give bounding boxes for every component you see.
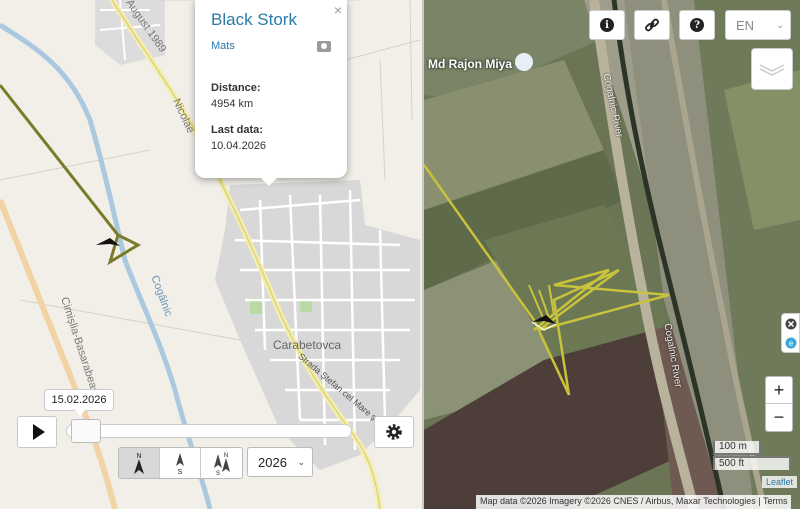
north-arrow-icon: N xyxy=(134,453,144,474)
scale-meters: 100 m xyxy=(713,441,761,455)
link-button[interactable] xyxy=(634,10,670,40)
zoom-control: + − xyxy=(765,376,793,432)
gear-icon xyxy=(386,424,402,440)
south-button[interactable]: S xyxy=(160,448,201,478)
info-button[interactable]: i xyxy=(589,10,625,40)
play-button[interactable] xyxy=(17,416,57,448)
map-attribution: Map data ©2026 Imagery ©2026 CNES / Airb… xyxy=(476,495,792,509)
north-up-button[interactable]: N xyxy=(119,448,160,478)
side-panel-tab[interactable]: e xyxy=(781,313,800,353)
timeline-slider-handle[interactable] xyxy=(71,419,102,443)
scale-feet: 500 ft xyxy=(713,456,791,470)
south-arrow-icon: S xyxy=(176,453,184,476)
link-icon xyxy=(645,18,659,32)
svg-text:S: S xyxy=(178,469,183,476)
north-south-button[interactable]: N S xyxy=(201,448,242,478)
layers-icon xyxy=(759,64,785,76)
settings-button[interactable] xyxy=(374,416,414,448)
close-circle-icon xyxy=(785,318,796,329)
direction-toggle: N S N S xyxy=(118,447,243,479)
chevron-down-icon: ⌄ xyxy=(776,20,784,30)
zoom-in-button[interactable]: + xyxy=(766,377,792,404)
north-south-icon: N S xyxy=(213,453,230,476)
terms-link[interactable]: Terms xyxy=(763,496,788,506)
help-icon: ? xyxy=(690,18,704,32)
year-select[interactable]: 2026 ⌄ xyxy=(247,447,313,477)
e-badge-icon: e xyxy=(785,337,796,348)
place-label: Md Rajon Miya xyxy=(428,57,513,71)
distance-label: Distance: xyxy=(211,82,261,94)
zoom-out-button[interactable]: − xyxy=(766,404,792,431)
info-icon: i xyxy=(600,18,614,32)
animal-popup: × Black Stork Mats Distance: 4954 km Las… xyxy=(195,0,347,186)
attribution-text: Map data ©2026 Imagery ©2026 CNES / Airb… xyxy=(480,496,756,506)
svg-text:S: S xyxy=(215,471,219,476)
timeline-date: 15.02.2026 xyxy=(44,389,114,416)
play-icon xyxy=(32,424,45,440)
svg-text:e: e xyxy=(788,339,793,348)
language-value: EN xyxy=(736,17,755,33)
timeline-slider[interactable] xyxy=(66,424,352,438)
year-value: 2026 xyxy=(258,454,287,470)
chevron-down-icon: ⌄ xyxy=(297,457,305,467)
distance-value: 4954 km xyxy=(211,98,254,110)
popup-title[interactable]: Black Stork xyxy=(211,10,331,30)
svg-text:N: N xyxy=(223,453,227,459)
language-select[interactable]: EN ⌄ xyxy=(725,10,791,40)
lastdata-value: 10.04.2026 xyxy=(211,140,267,152)
town-label: Carabetovca xyxy=(273,338,342,352)
help-button[interactable]: ? xyxy=(679,10,715,40)
camera-icon[interactable] xyxy=(317,40,331,52)
layers-button[interactable] xyxy=(751,48,793,90)
leaflet-link[interactable]: Leaflet xyxy=(762,476,798,488)
user-link[interactable]: Mats xyxy=(211,40,235,52)
close-icon[interactable]: × xyxy=(334,2,342,18)
lastdata-label: Last data: xyxy=(211,124,263,136)
svg-text:N: N xyxy=(136,453,141,460)
